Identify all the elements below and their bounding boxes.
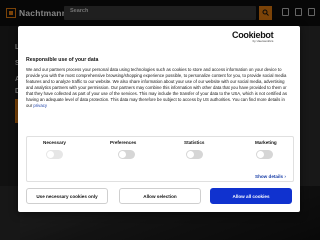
dialog-body-paragraph: We and our partners process your persona…: [26, 67, 287, 108]
use-necessary-cookies-button[interactable]: Use necessary cookies only: [26, 188, 108, 204]
allow-selection-button[interactable]: Allow selection: [119, 188, 201, 204]
allow-all-cookies-button[interactable]: Allow all cookies: [210, 188, 292, 204]
chevron-right-icon: ›: [284, 174, 286, 179]
category-label-preferences: Preferences: [110, 140, 137, 145]
text-fade: [18, 116, 300, 128]
show-details-label: Show details: [255, 174, 284, 179]
toggle-marketing[interactable]: [256, 150, 273, 159]
cookiebot-logo-subtext: by Usercentrics: [252, 39, 274, 43]
show-details-link[interactable]: Show details ›: [255, 174, 286, 179]
category-label-marketing: Marketing: [255, 140, 277, 145]
category-label-statistics: Statistics: [184, 140, 205, 145]
dialog-title: Responsible use of your data: [26, 57, 99, 63]
privacy-link[interactable]: privacy: [33, 103, 47, 108]
category-label-necessary: Necessary: [43, 140, 66, 145]
toggle-preferences[interactable]: [118, 150, 135, 159]
cookie-consent-dialog: Responsible use of your data Cookiebot b…: [0, 0, 320, 240]
consent-categories: [26, 136, 294, 182]
toggle-statistics[interactable]: [186, 150, 203, 159]
toggle-necessary: [46, 150, 63, 159]
cookiebot-logo: Cookiebot by Usercentrics: [232, 31, 274, 43]
